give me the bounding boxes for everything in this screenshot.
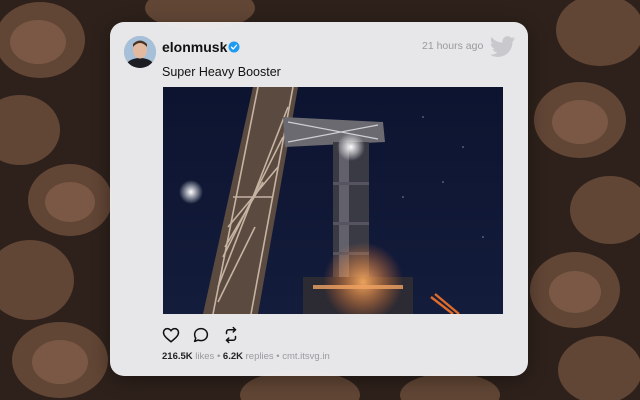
- replies-count: 6.2K: [222, 351, 243, 362]
- username[interactable]: elonmusk: [162, 39, 227, 55]
- reply-icon[interactable]: [192, 326, 210, 344]
- likes-count: 216.5K: [162, 351, 193, 362]
- source-link[interactable]: cmt.itsvg.in: [282, 351, 330, 362]
- tweet-card: elonmusk 21 hours ago Super Heavy Booste…: [110, 22, 528, 376]
- post-image[interactable]: [163, 87, 503, 314]
- twitter-bird-icon[interactable]: [490, 36, 516, 58]
- engagement-stats: 216.5K likes • 6.2K replies • cmt.itsvg.…: [162, 351, 330, 362]
- likes-label: likes: [195, 351, 215, 362]
- verified-badge-icon: [228, 41, 240, 53]
- separator: •: [216, 351, 221, 362]
- replies-label: replies: [245, 351, 274, 362]
- separator: •: [276, 351, 280, 362]
- timestamp: 21 hours ago: [422, 40, 484, 52]
- post-text: Super Heavy Booster: [162, 65, 281, 79]
- heart-icon[interactable]: [162, 326, 180, 344]
- retweet-icon[interactable]: [222, 326, 240, 344]
- avatar[interactable]: [124, 36, 156, 68]
